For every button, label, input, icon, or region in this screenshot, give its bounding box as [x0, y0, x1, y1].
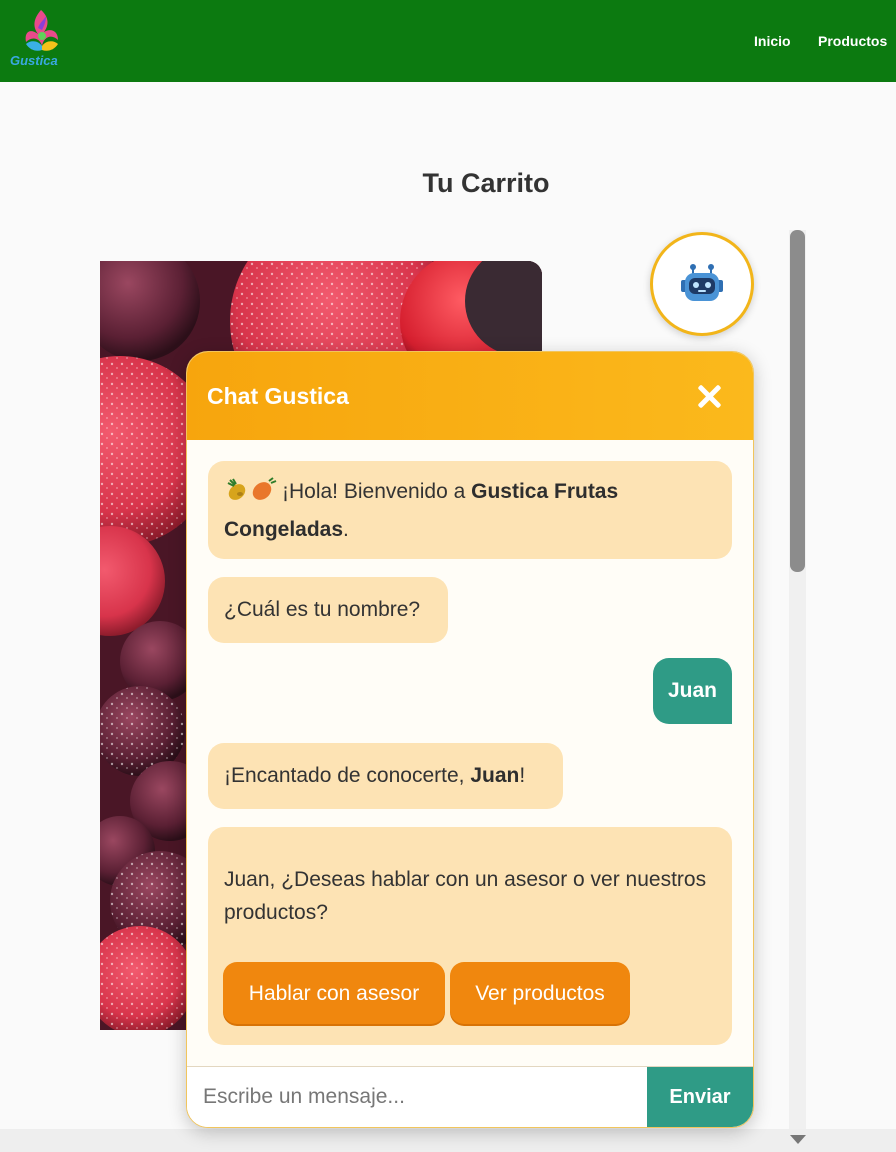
bot-message-greeting: ¡Encantado de conocerte, Juan!: [208, 743, 563, 809]
chat-input-row: Enviar: [187, 1066, 753, 1127]
chat-title: Chat Gustica: [207, 383, 349, 409]
bottom-scroll-area: [0, 1129, 896, 1152]
page-title: Tu Carrito: [422, 168, 550, 198]
bot-message-ask-name: ¿Cuál es tu nombre?: [208, 577, 448, 643]
page-scrollbar-thumb[interactable]: [790, 230, 805, 572]
chatbot-toggle-button[interactable]: [650, 232, 754, 336]
chat-message-input[interactable]: [187, 1067, 647, 1127]
chat-header: Chat Gustica: [187, 352, 753, 440]
pineapple-carrot-icon: [224, 477, 278, 513]
scroll-down-arrow-icon[interactable]: [790, 1135, 806, 1144]
greeting-suffix: !: [519, 764, 526, 787]
send-button[interactable]: Enviar: [647, 1067, 753, 1127]
user-message: Juan: [653, 658, 732, 724]
options-question: Juan, ¿Deseas hablar con un asesor o ver…: [224, 868, 707, 924]
bot-message-welcome: ¡Hola! Bienvenido a Gustica Frutas Conge…: [208, 461, 732, 559]
greeting-text: ¡Encantado de conocerte,: [224, 764, 471, 787]
welcome-suffix: .: [343, 518, 349, 541]
greeting-name: Juan: [470, 764, 520, 787]
logo-text: Gustica: [10, 53, 58, 68]
talk-to-advisor-button[interactable]: Hablar con asesor: [223, 962, 445, 1024]
view-products-button[interactable]: Ver productos: [450, 962, 630, 1024]
close-icon[interactable]: [692, 380, 726, 414]
robot-icon: [681, 264, 723, 301]
top-navbar: Gustica Inicio Productos: [0, 0, 896, 82]
chat-window: Chat Gustica ¡Hola! Bienvenido a Gustica…: [186, 351, 754, 1128]
welcome-text: ¡Hola! Bienvenido a: [282, 480, 472, 503]
nav-link-productos[interactable]: Productos: [818, 33, 887, 49]
nav-link-inicio[interactable]: Inicio: [754, 33, 791, 49]
